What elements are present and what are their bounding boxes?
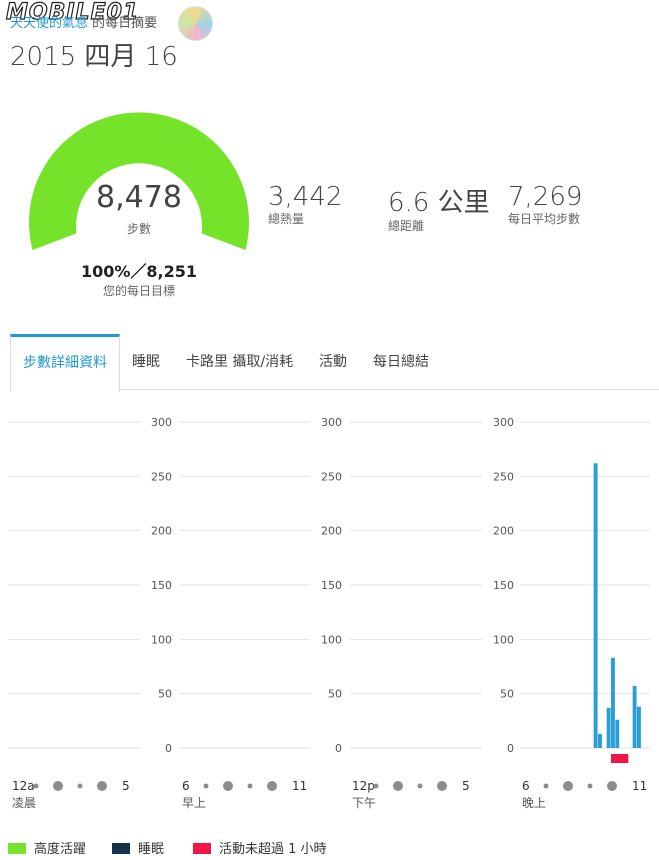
step-bar bbox=[611, 657, 615, 748]
tab-activity[interactable]: 活動 bbox=[319, 334, 347, 388]
y-tick-label: 300 bbox=[151, 416, 172, 429]
y-tick-label: 150 bbox=[151, 579, 172, 592]
legend-item-high-activity: 高度活躍 bbox=[8, 838, 86, 857]
stat-calories: 3,442 總熱量 bbox=[268, 182, 342, 227]
y-tick-label: 100 bbox=[493, 633, 514, 646]
steps-value: 8,478 bbox=[96, 180, 182, 215]
header-suffix: 的每日摘要 bbox=[92, 16, 158, 31]
x-start-label: 6 bbox=[522, 779, 530, 793]
tab-sleep[interactable]: 睡眠 bbox=[132, 334, 160, 388]
legend-swatch bbox=[112, 843, 130, 854]
period-label: 晚上 bbox=[522, 796, 546, 810]
x-end-label: 5 bbox=[462, 779, 470, 793]
period-label: 下午 bbox=[352, 796, 376, 810]
stat-average-steps: 7,269 每日平均步數 bbox=[508, 182, 582, 227]
steps-label: 步數 bbox=[126, 222, 151, 236]
inactive-marker bbox=[611, 754, 629, 763]
x-end-label: 5 bbox=[122, 779, 130, 793]
period-label: 凌晨 bbox=[12, 796, 36, 810]
tab-calories[interactable]: 卡路里 攝取/消耗 bbox=[186, 334, 293, 388]
y-tick-label: 100 bbox=[151, 633, 172, 646]
stat-distance: 6.6 公里 總距離 bbox=[388, 182, 490, 234]
stat-average-steps-label: 每日平均步數 bbox=[508, 212, 581, 226]
step-bar bbox=[632, 686, 637, 748]
x-axis-dot bbox=[543, 783, 549, 789]
y-tick-label: 0 bbox=[335, 742, 342, 755]
legend-item-inactive: 活動未超過 1 小時 bbox=[193, 838, 327, 857]
stat-distance-value: 6.6 公里 bbox=[388, 188, 490, 218]
y-tick-label: 150 bbox=[493, 579, 514, 592]
step-bar bbox=[606, 707, 611, 748]
x-axis-dot bbox=[373, 783, 379, 789]
y-tick-label: 250 bbox=[493, 470, 514, 483]
hourly-steps-chart: 30025020015010050012a 5凌晨3002502001501005… bbox=[8, 416, 650, 810]
step-bar bbox=[637, 706, 641, 748]
y-tick-label: 200 bbox=[493, 525, 514, 538]
x-axis-dot bbox=[247, 783, 253, 789]
y-tick-label: 150 bbox=[321, 579, 342, 592]
detail-tabs: 步數詳細資料 睡眠 卡路里 攝取/消耗 活動 每日總結 bbox=[10, 334, 659, 392]
x-start-label: 12p bbox=[352, 779, 375, 793]
y-tick-label: 300 bbox=[493, 416, 514, 429]
x-axis-dot bbox=[563, 781, 573, 791]
legend-swatch bbox=[8, 843, 26, 854]
goal-value: 100%／8,251 bbox=[80, 262, 198, 281]
y-tick-label: 200 bbox=[151, 525, 172, 538]
y-tick-label: 0 bbox=[165, 742, 172, 755]
goal-label: 您的每日目標 bbox=[102, 284, 175, 298]
x-axis-dot bbox=[33, 783, 39, 789]
x-axis-dot bbox=[267, 781, 277, 791]
tab-daily-summary[interactable]: 每日總結 bbox=[373, 334, 429, 388]
page-header: 天天使的氣息 的每日摘要 bbox=[10, 12, 157, 31]
y-tick-label: 200 bbox=[321, 525, 342, 538]
period-label: 早上 bbox=[182, 796, 206, 810]
stat-distance-label: 總距離 bbox=[388, 219, 425, 233]
x-end-label: 11 bbox=[632, 779, 647, 793]
y-tick-label: 100 bbox=[321, 633, 342, 646]
y-tick-label: 50 bbox=[328, 688, 342, 701]
y-tick-label: 50 bbox=[158, 688, 172, 701]
stat-calories-value: 3,442 bbox=[268, 182, 343, 212]
x-axis-dot bbox=[417, 783, 423, 789]
y-tick-label: 50 bbox=[500, 688, 514, 701]
y-tick-label: 300 bbox=[321, 416, 342, 429]
x-start-label: 12a bbox=[12, 779, 35, 793]
x-axis-dot bbox=[437, 781, 447, 791]
stat-average-steps-value: 7,269 bbox=[508, 182, 583, 212]
x-axis-dot bbox=[97, 781, 107, 791]
y-tick-label: 0 bbox=[507, 742, 514, 755]
x-end-label: 11 bbox=[292, 779, 307, 793]
x-axis-dot bbox=[203, 783, 209, 789]
x-axis-dot bbox=[393, 781, 403, 791]
legend-label: 睡眠 bbox=[138, 842, 165, 857]
y-tick-label: 250 bbox=[321, 470, 342, 483]
step-bar bbox=[593, 463, 598, 748]
stat-calories-label: 總熱量 bbox=[268, 212, 305, 226]
x-start-label: 6 bbox=[182, 779, 190, 793]
legend-label: 高度活躍 bbox=[34, 842, 87, 857]
step-bar bbox=[615, 719, 620, 748]
legend-label: 活動未超過 1 小時 bbox=[219, 842, 327, 857]
x-axis-dot bbox=[607, 781, 617, 791]
tab-step-details[interactable]: 步數詳細資料 bbox=[10, 334, 120, 392]
legend-swatch bbox=[193, 843, 211, 854]
y-tick-label: 250 bbox=[151, 470, 172, 483]
x-axis-dot bbox=[587, 783, 593, 789]
x-axis-dot bbox=[223, 781, 233, 791]
avatar[interactable] bbox=[178, 6, 213, 41]
page-title: 2015 四月 16 bbox=[10, 42, 178, 72]
legend-item-sleep: 睡眠 bbox=[112, 838, 164, 857]
x-axis-dot bbox=[77, 783, 83, 789]
user-name-link[interactable]: 天天使的氣息 bbox=[10, 16, 88, 31]
step-bar bbox=[598, 733, 602, 748]
x-axis-dot bbox=[53, 781, 63, 791]
